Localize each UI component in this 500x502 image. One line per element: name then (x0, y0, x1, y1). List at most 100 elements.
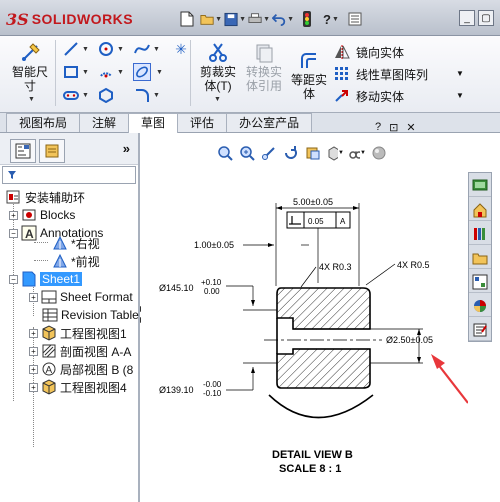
expand-toggle[interactable]: + (29, 364, 38, 374)
solidworks-resources-icon[interactable] (469, 175, 491, 197)
part-section[interactable] (264, 268, 382, 419)
tab-sketch[interactable]: 草图 (128, 113, 179, 133)
tree-item-revision-table[interactable]: Revision Table (42, 306, 139, 324)
app-logo: 3S SOLIDWORKS (6, 8, 133, 30)
ribbon-separator (190, 40, 191, 106)
point-icon[interactable]: ✳ (172, 40, 190, 58)
spline-icon[interactable] (133, 40, 151, 58)
tree-item-sheet-format[interactable]: + Sheet Format (29, 288, 133, 306)
tab-office-products[interactable]: 办公室产品 (226, 113, 313, 132)
dim-139-text: Ø139.10 (159, 385, 194, 395)
tree-item-sheet1[interactable]: − Sheet1 (9, 270, 83, 288)
new-file-icon[interactable] (176, 9, 198, 29)
expand-toggle[interactable]: + (9, 210, 18, 220)
drawing-view-icon (41, 325, 57, 341)
file-explorer-icon[interactable] (469, 247, 491, 269)
tree-item-front-view[interactable]: *前视 (52, 252, 100, 270)
fillet-dropdown[interactable]: ▼ (153, 92, 160, 99)
fillet-icon[interactable] (133, 86, 151, 104)
view-palette-icon[interactable] (469, 271, 491, 293)
dimension-139-10[interactable]: Ø139.10 -0.00 -0.10 (159, 362, 277, 398)
tab-evaluate[interactable]: 评估 (177, 113, 228, 132)
collapse-toggle[interactable]: − (9, 228, 18, 238)
polygon-icon[interactable] (97, 86, 115, 104)
mirror-entities-button[interactable]: 镜向实体 (334, 41, 428, 63)
restore-panel-button[interactable]: ⊡ (389, 121, 398, 134)
rebuild-traffic-light-icon[interactable] (296, 9, 318, 29)
maximize-button[interactable]: ▢ (478, 10, 494, 26)
smart-dimension-dropdown[interactable]: ▼ (28, 96, 35, 103)
help-panel-button[interactable]: ? (375, 121, 381, 134)
collapse-toggle[interactable]: − (9, 274, 18, 284)
scissors-icon (209, 43, 227, 62)
feature-tree-icon (15, 143, 31, 159)
convert-entities-icon (256, 44, 273, 63)
tree-root[interactable]: 安装辅助环 (6, 188, 85, 206)
spline-dropdown[interactable]: ▼ (153, 46, 160, 53)
expand-toggle[interactable]: + (29, 292, 38, 302)
tree-item-blocks[interactable]: + Blocks (9, 206, 75, 224)
line-dropdown[interactable]: ▼ (82, 46, 89, 53)
tree-item-drawing-view1[interactable]: + 工程图视图1 (29, 324, 127, 342)
dimension-2-50[interactable]: Ø2.50±0.05 (370, 328, 433, 364)
help-icon[interactable]: ? ▼ (320, 9, 342, 29)
trim-dropdown[interactable]: ▼ (214, 96, 221, 103)
convert-entities-button[interactable]: 转换实 体引用 (243, 42, 285, 93)
ellipse-icon[interactable] (133, 63, 151, 81)
tree-item-drawing-view4[interactable]: + 工程图视图4 (29, 378, 127, 396)
slot-icon[interactable] (62, 86, 80, 104)
expand-toggle[interactable]: + (29, 346, 38, 356)
task-pane (468, 172, 492, 342)
design-library-icon[interactable] (469, 223, 491, 245)
move-entities-button[interactable]: 移动实体 (334, 85, 428, 107)
window-controls: _ ▢ (459, 10, 494, 26)
trim-entities-button[interactable]: 剪裁实 体(T) (197, 42, 239, 93)
tree-item-detail-view[interactable]: + A 局部视图 B (8 (29, 360, 133, 378)
fcf-datum: A (340, 217, 346, 226)
line-icon[interactable] (62, 40, 80, 58)
feature-control-frame[interactable]: 0.05 A (286, 211, 351, 283)
slot-dropdown[interactable]: ▼ (82, 92, 89, 99)
panel-more-button[interactable]: » (123, 141, 130, 156)
tree-item-right-view[interactable]: *右视 (52, 234, 100, 252)
tab-annotation[interactable]: 注解 (79, 113, 130, 132)
linear-pattern-dropdown[interactable]: ▼ (456, 69, 464, 78)
ellipse-dropdown[interactable]: ▼ (156, 69, 163, 76)
circle-icon[interactable] (97, 40, 115, 58)
smart-dimension-button[interactable]: 智能尺 寸 (10, 42, 50, 93)
offset-entities-button[interactable]: 等距实 体 (288, 50, 330, 101)
feature-tree-tab[interactable] (10, 139, 36, 163)
close-panel-button[interactable]: ✕ (406, 121, 415, 134)
circle-dropdown[interactable]: ▼ (117, 46, 124, 53)
open-folder-icon[interactable]: ▼ (200, 9, 222, 29)
undo-icon[interactable]: ▼ (272, 9, 294, 29)
expand-toggle[interactable]: + (29, 382, 38, 392)
sheet-format-icon (41, 289, 57, 305)
rectangle-icon[interactable] (62, 63, 80, 81)
home-icon[interactable] (469, 199, 491, 221)
minimize-button[interactable]: _ (459, 10, 475, 26)
linear-pattern-button[interactable]: 线性草图阵列 (334, 63, 428, 85)
options-icon[interactable] (344, 9, 366, 29)
drawing-doc-icon (6, 189, 22, 205)
appearances-icon[interactable] (469, 295, 491, 317)
chamfer-note-left[interactable]: 4X R0.3 (300, 262, 352, 288)
arc-dropdown[interactable]: ▼ (117, 69, 124, 76)
trim-label: 剪裁实 体(T) (199, 65, 236, 93)
arc-icon[interactable] (97, 63, 115, 81)
dimension-145-10[interactable]: Ø145.10 +0.10 0.00 (159, 278, 277, 311)
dimension-1-00[interactable]: 1.00±0.05 (194, 240, 309, 250)
save-icon[interactable]: ▼ (224, 9, 246, 29)
tab-view-layout[interactable]: 视图布局 (6, 113, 81, 132)
custom-properties-icon[interactable] (469, 319, 491, 341)
chamfer-note-right[interactable]: 4X R0.5 (365, 260, 430, 286)
move-dropdown[interactable]: ▼ (456, 91, 464, 100)
detail-view-icon: A (41, 361, 57, 377)
expand-toggle[interactable]: + (29, 328, 38, 338)
tree-item-section-view[interactable]: + 剖面视图 A-A (29, 342, 131, 360)
rectangle-dropdown[interactable]: ▼ (82, 69, 89, 76)
dimension-width[interactable]: 5.00±0.05 (275, 197, 360, 286)
print-icon[interactable]: ▼ (248, 9, 270, 29)
tree-filter-bar[interactable] (2, 166, 136, 184)
property-manager-tab[interactable] (39, 139, 65, 163)
